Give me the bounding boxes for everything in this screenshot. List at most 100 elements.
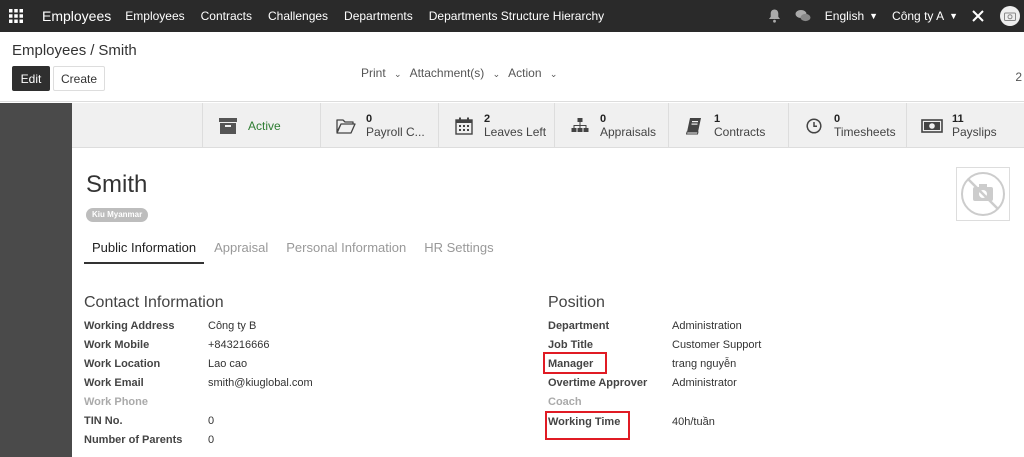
org-chart-icon (569, 115, 591, 137)
tin-no-value: 0 (208, 415, 215, 427)
chevron-down-icon: ⌄ (549, 69, 558, 79)
tab-public-information[interactable]: Public Information (84, 236, 205, 264)
action-menus: Print ⌄ Attachment(s) ⌄ Action ⌄ (361, 66, 565, 80)
overtime-approver-value[interactable]: Administrator (672, 377, 737, 389)
navbar-right: English ▼ Công ty A ▼ (768, 0, 1024, 32)
book-icon (683, 115, 705, 137)
payroll-count: 0 (366, 112, 373, 125)
app-brand[interactable]: Employees (42, 8, 111, 24)
menu-contracts[interactable]: Contracts (201, 9, 252, 23)
company-switcher[interactable]: Công ty A ▼ (892, 9, 958, 23)
working-address-label: Working Address (84, 320, 175, 332)
working-time-value[interactable]: 40h/tuần (672, 416, 715, 428)
work-email-value[interactable]: smith@kiuglobal.com (208, 377, 313, 389)
chevron-down-icon: ▼ (949, 11, 958, 21)
employee-photo[interactable] (956, 167, 1010, 221)
leaves-count: 2 (484, 112, 491, 125)
print-label: Print (361, 66, 386, 80)
chevron-down-icon: ▼ (869, 11, 879, 21)
work-location-label: Work Location (84, 358, 161, 370)
employee-name: Smith (86, 171, 148, 198)
button-box: Active 0 Payroll C... 2 Leaves Left 0 Appra… (72, 103, 1024, 148)
top-navbar: Employees Employees Contracts Challenges… (0, 0, 1024, 32)
bell-icon[interactable] (768, 9, 781, 23)
appraisals-button[interactable]: 0 Appraisals (554, 103, 668, 148)
attachment-label: Attachment(s) (409, 66, 485, 80)
work-mobile-value[interactable]: +843216666 (208, 339, 269, 351)
breadcrumb-separator: / (90, 42, 95, 59)
work-mobile-label: Work Mobile (84, 339, 150, 351)
working-time-highlight-box (545, 411, 630, 440)
folder-open-icon (335, 115, 357, 137)
create-button[interactable]: Create (53, 66, 105, 91)
department-label: Department (548, 320, 610, 332)
leaves-button[interactable]: 2 Leaves Left (438, 103, 554, 148)
print-dropdown[interactable]: Print ⌄ (361, 66, 402, 80)
payslips-button[interactable]: 11 Payslips (906, 103, 1024, 148)
leaves-label: Leaves Left (484, 124, 547, 139)
form-background (0, 103, 72, 457)
payslips-label: Payslips (952, 124, 997, 139)
clock-icon (803, 115, 825, 137)
chevron-down-icon: ⌄ (492, 69, 501, 79)
contracts-label: Contracts (714, 124, 766, 139)
payslips-count: 11 (952, 112, 964, 125)
apps-grid-icon[interactable] (0, 0, 32, 32)
timesheets-button[interactable]: 0 Timesheets (788, 103, 906, 148)
tab-hr-settings[interactable]: HR Settings (416, 236, 501, 264)
job-title-value: Customer Support (672, 339, 762, 351)
job-title-label: Job Title (548, 339, 594, 351)
chat-icon[interactable] (795, 9, 811, 23)
money-icon (921, 115, 943, 137)
employee-tag[interactable]: Kiu Myanmar (86, 208, 149, 222)
no-photo-icon (961, 172, 1005, 216)
breadcrumb-employees[interactable]: Employees (12, 42, 86, 59)
position-section-title: Position (548, 294, 605, 311)
breadcrumb-current: Smith (98, 42, 137, 59)
overtime-approver-label: Overtime Approver (548, 377, 648, 389)
appraisals-label: Appraisals (600, 124, 657, 139)
appraisals-count: 0 (600, 112, 607, 125)
menu-departments-hierarchy[interactable]: Departments Structure Hierarchy (429, 9, 604, 23)
manager-value[interactable]: trang nguyễn (672, 358, 736, 370)
menu-employees[interactable]: Employees (125, 9, 184, 23)
contracts-count: 1 (714, 112, 721, 125)
payroll-button[interactable]: 0 Payroll C... (320, 103, 438, 148)
company-label: Công ty A (892, 9, 945, 23)
action-label: Action (508, 66, 542, 80)
form-sheet: Active 0 Payroll C... 2 Leaves Left 0 Appra… (72, 103, 1024, 457)
edit-button[interactable]: Edit (12, 66, 50, 91)
calendar-icon (453, 115, 475, 137)
debug-tools-icon[interactable] (972, 10, 984, 22)
tab-personal-information[interactable]: Personal Information (278, 236, 414, 264)
form-tabs: Public Information Appraisal Personal In… (84, 236, 504, 264)
menu-challenges[interactable]: Challenges (268, 9, 328, 23)
work-email-label: Work Email (84, 377, 144, 389)
language-switcher[interactable]: English ▼ (825, 9, 878, 23)
contracts-button[interactable]: 1 Contracts (668, 103, 788, 148)
active-status-label: Active (248, 118, 281, 133)
timesheets-label: Timesheets (834, 124, 896, 139)
active-toggle-button[interactable]: Active (202, 103, 320, 148)
work-location-value: Lao cao (208, 358, 248, 370)
number-of-parents-label: Number of Parents (84, 434, 183, 446)
tin-no-label: TIN No. (84, 415, 123, 427)
payroll-label: Payroll C... (366, 124, 425, 139)
department-value: Administration (672, 320, 742, 332)
tab-appraisal[interactable]: Appraisal (206, 236, 276, 264)
user-avatar[interactable] (1000, 6, 1020, 26)
language-label: English (824, 9, 865, 23)
breadcrumb: Employees / Smith (12, 42, 137, 59)
coach-label: Coach (548, 396, 582, 408)
archive-box-icon (217, 115, 239, 137)
action-dropdown[interactable]: Action ⌄ (508, 66, 557, 80)
timesheets-count: 0 (834, 112, 841, 125)
pager[interactable]: 2 (1015, 70, 1022, 84)
number-of-parents-value: 0 (208, 434, 215, 446)
attachment-dropdown[interactable]: Attachment(s) ⌄ (410, 66, 501, 80)
menu-departments[interactable]: Departments (344, 9, 413, 23)
contact-section-title: Contact Information (84, 294, 224, 311)
control-panel: Employees / Smith Edit Create Print ⌄ Atta… (0, 32, 1024, 102)
working-address-value[interactable]: Công ty B (208, 320, 256, 332)
chevron-down-icon: ⌄ (394, 69, 402, 79)
